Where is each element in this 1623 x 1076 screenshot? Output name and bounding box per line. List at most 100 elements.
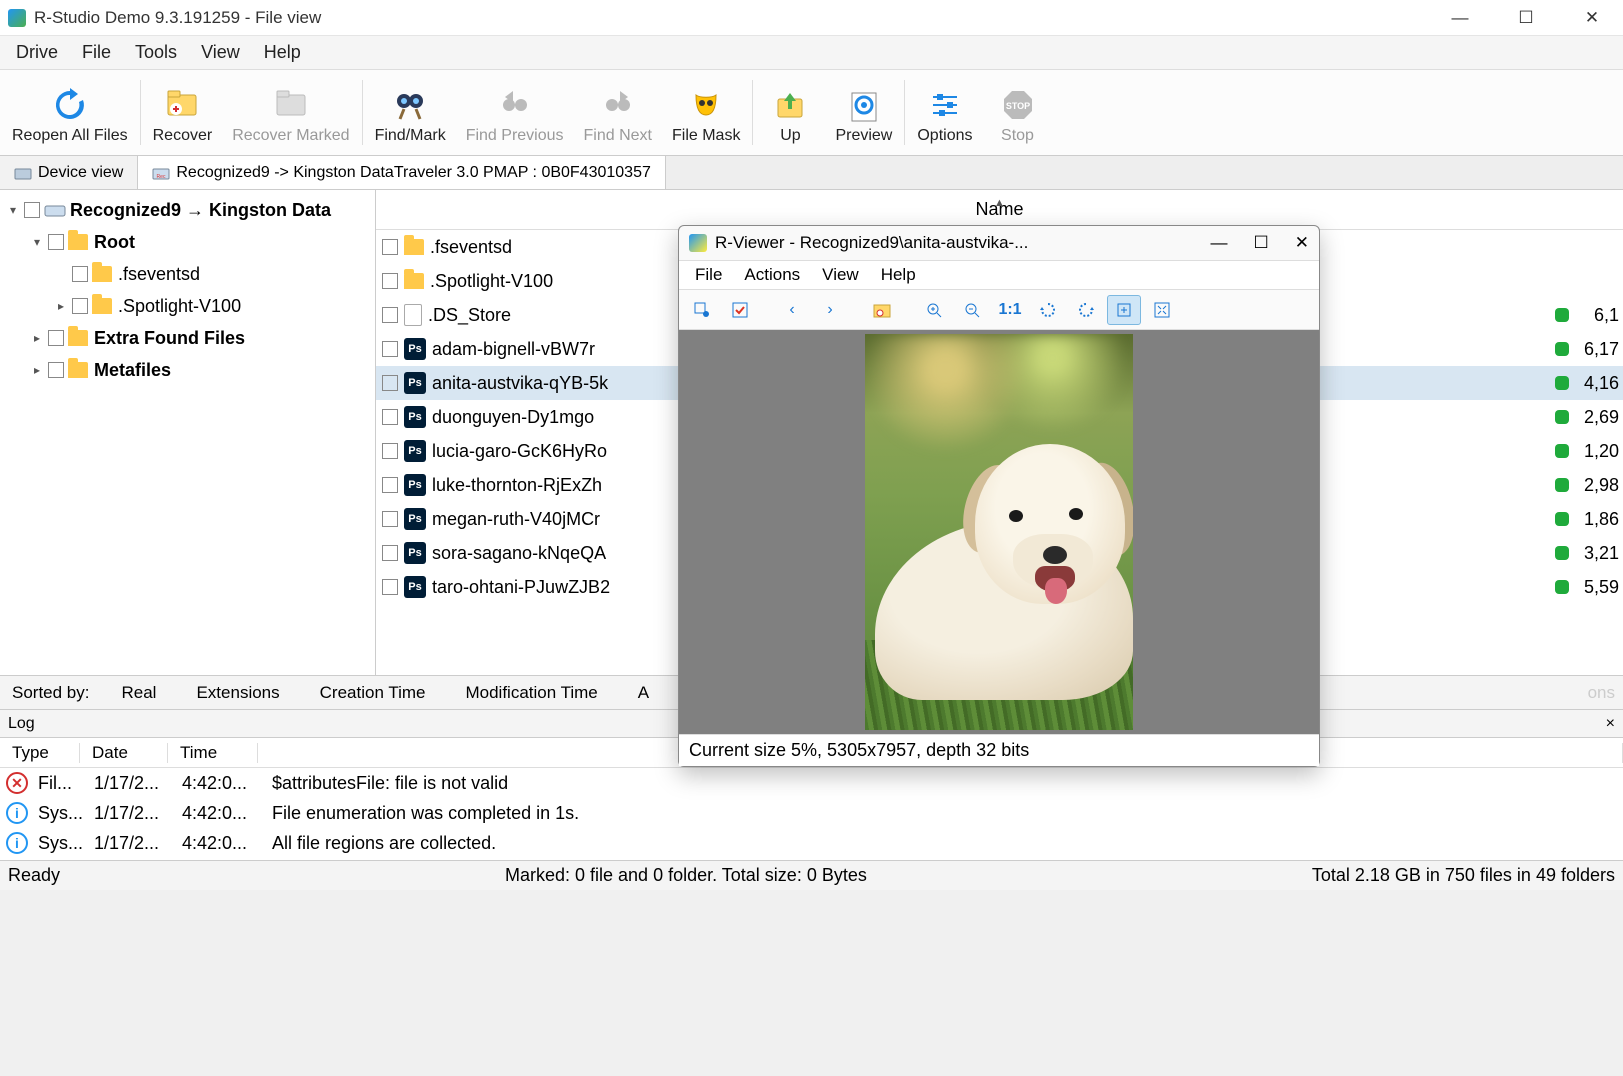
- tree-node[interactable]: ▸Metafiles: [0, 354, 375, 386]
- viewer-minimize-button[interactable]: —: [1211, 233, 1228, 253]
- viewer-fullscreen-icon[interactable]: [1145, 295, 1179, 325]
- col-name[interactable]: ▲ Name: [376, 199, 1623, 220]
- viewer-menu-actions[interactable]: Actions: [734, 263, 810, 287]
- viewer-maximize-button[interactable]: ☐: [1254, 233, 1269, 253]
- row-checkbox[interactable]: [382, 477, 398, 493]
- row-checkbox[interactable]: [382, 511, 398, 527]
- file-size: 1,20: [1579, 441, 1623, 462]
- maximize-button[interactable]: ☐: [1511, 5, 1541, 31]
- folder-icon: [404, 273, 424, 289]
- toolbar-file-mask[interactable]: File Mask: [662, 74, 750, 151]
- menu-view[interactable]: View: [191, 38, 250, 67]
- viewer-canvas[interactable]: [679, 330, 1319, 734]
- sort-modification[interactable]: Modification Time: [445, 683, 617, 703]
- menu-drive[interactable]: Drive: [6, 38, 68, 67]
- status-dot-icon: [1555, 478, 1569, 492]
- row-checkbox[interactable]: [382, 443, 398, 459]
- tree-node[interactable]: ▾Recognized9 → Kingston Data: [0, 194, 375, 226]
- expand-icon[interactable]: ▸: [30, 363, 44, 377]
- window-title: R-Studio Demo 9.3.191259 - File view: [34, 8, 1445, 28]
- log-row[interactable]: iSys...1/17/2...4:42:0...All file region…: [0, 828, 1623, 858]
- viewer-window[interactable]: R-Viewer - Recognized9\anita-austvika-..…: [678, 225, 1320, 767]
- tree-node[interactable]: .fseventsd: [0, 258, 375, 290]
- row-checkbox[interactable]: [382, 307, 398, 323]
- sort-a[interactable]: A: [618, 683, 669, 703]
- viewer-menu-file[interactable]: File: [685, 263, 732, 287]
- viewer-close-button[interactable]: ✕: [1295, 233, 1309, 253]
- options-icon: [925, 83, 965, 127]
- menu-help[interactable]: Help: [254, 38, 311, 67]
- viewer-titlebar[interactable]: R-Viewer - Recognized9\anita-austvika-..…: [679, 226, 1319, 260]
- status-marked: Marked: 0 file and 0 folder. Total size:…: [505, 865, 867, 886]
- viewer-zoom-11[interactable]: 1:1: [993, 295, 1027, 325]
- viewer-zoom-out-icon[interactable]: [955, 295, 989, 325]
- toolbar-up[interactable]: Up: [755, 74, 825, 151]
- tab-device-view[interactable]: Device view: [0, 156, 138, 189]
- tree-node[interactable]: ▾Root: [0, 226, 375, 258]
- row-checkbox[interactable]: [382, 409, 398, 425]
- log-col-date[interactable]: Date: [80, 743, 168, 763]
- viewer-rotate-right-icon[interactable]: [1069, 295, 1103, 325]
- up-icon: [770, 83, 810, 127]
- sort-extensions[interactable]: Extensions: [176, 683, 299, 703]
- row-checkbox[interactable]: [382, 375, 398, 391]
- viewer-prev-icon[interactable]: ‹: [775, 295, 809, 325]
- toolbar-reopen-all[interactable]: Reopen All Files: [2, 74, 138, 151]
- tree-checkbox[interactable]: [48, 330, 64, 346]
- tree-checkbox[interactable]: [48, 362, 64, 378]
- sort-creation[interactable]: Creation Time: [300, 683, 446, 703]
- expand-icon[interactable]: ▾: [30, 235, 44, 249]
- sort-overflow[interactable]: ons: [1588, 683, 1615, 703]
- viewer-locate-icon[interactable]: [685, 295, 719, 325]
- toolbar-options[interactable]: Options: [907, 74, 982, 151]
- row-checkbox[interactable]: [382, 579, 398, 595]
- expand-icon[interactable]: ▾: [6, 203, 20, 217]
- folder-tree[interactable]: ▾Recognized9 → Kingston Data▾Root.fseven…: [0, 190, 376, 675]
- app-icon: [8, 9, 26, 27]
- menu-file[interactable]: File: [72, 38, 121, 67]
- toolbar-recover[interactable]: Recover: [143, 74, 223, 151]
- viewer-check-icon[interactable]: [723, 295, 757, 325]
- log-row[interactable]: ✕Fil...1/17/2...4:42:0...$attributesFile…: [0, 768, 1623, 798]
- tree-checkbox[interactable]: [72, 266, 88, 282]
- close-button[interactable]: ✕: [1577, 5, 1607, 31]
- viewer-recover-icon[interactable]: [865, 295, 899, 325]
- folder-icon: [68, 330, 90, 346]
- toolbar-recover-marked: Recover Marked: [222, 74, 359, 151]
- viewer-next-icon[interactable]: ›: [813, 295, 847, 325]
- log-time: 4:42:0...: [176, 773, 266, 794]
- minimize-button[interactable]: —: [1445, 5, 1475, 31]
- tree-checkbox[interactable]: [48, 234, 64, 250]
- log-close-icon[interactable]: ×: [1606, 715, 1615, 733]
- viewer-menu-view[interactable]: View: [812, 263, 869, 287]
- log-type: Sys...: [32, 803, 88, 824]
- tree-node[interactable]: ▸.Spotlight-V100: [0, 290, 375, 322]
- toolbar-find-mark[interactable]: Find/Mark: [365, 74, 456, 151]
- status-dot-icon: [1555, 580, 1569, 594]
- tree-node[interactable]: ▸Extra Found Files: [0, 322, 375, 354]
- menu-tools[interactable]: Tools: [125, 38, 187, 67]
- row-checkbox[interactable]: [382, 545, 398, 561]
- tree-checkbox[interactable]: [72, 298, 88, 314]
- log-col-type[interactable]: Type: [0, 743, 80, 763]
- viewer-rotate-left-icon[interactable]: [1031, 295, 1065, 325]
- viewer-fit-icon[interactable]: [1107, 295, 1141, 325]
- row-checkbox[interactable]: [382, 341, 398, 357]
- toolbar-preview[interactable]: Preview: [825, 74, 902, 151]
- viewer-zoom-in-icon[interactable]: [917, 295, 951, 325]
- log-row[interactable]: iSys...1/17/2...4:42:0...File enumeratio…: [0, 798, 1623, 828]
- viewer-menu-help[interactable]: Help: [871, 263, 926, 287]
- mask-icon: [686, 83, 726, 127]
- window-titlebar: R-Studio Demo 9.3.191259 - File view — ☐…: [0, 0, 1623, 36]
- row-checkbox[interactable]: [382, 273, 398, 289]
- tree-checkbox[interactable]: [24, 202, 40, 218]
- expand-icon[interactable]: ▸: [30, 331, 44, 345]
- log-col-time[interactable]: Time: [168, 743, 258, 763]
- row-checkbox[interactable]: [382, 239, 398, 255]
- photoshop-icon: Ps: [404, 542, 426, 564]
- photoshop-icon: Ps: [404, 338, 426, 360]
- sort-real[interactable]: Real: [102, 683, 177, 703]
- expand-icon[interactable]: ▸: [54, 299, 68, 313]
- status-dot-icon: [1555, 410, 1569, 424]
- tab-recognized[interactable]: Rec Recognized9 -> Kingston DataTraveler…: [138, 156, 666, 189]
